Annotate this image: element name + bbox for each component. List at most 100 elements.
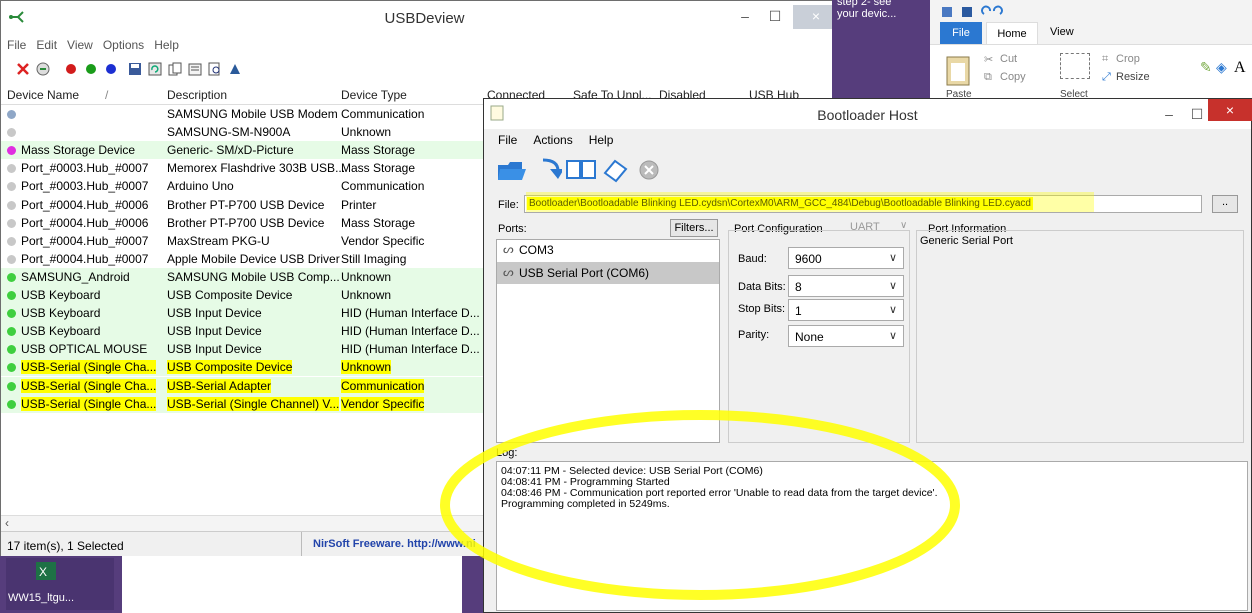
boot-menu-help[interactable]: Help [589,133,614,147]
sort-indicator: / [105,88,109,102]
crop-icon: ⌗ [1102,53,1109,65]
minimize-button[interactable]: – [731,5,759,29]
copy-label[interactable]: Copy [1000,71,1026,83]
boot-minimize-button[interactable]: – [1156,103,1182,127]
find-icon[interactable] [207,61,223,77]
bootloader-title: Bootloader Host [817,107,918,123]
table-cell: Communication [341,179,424,193]
browse-button[interactable]: .. [1212,195,1238,213]
exit-icon[interactable] [227,61,243,77]
port-info-group [916,230,1244,443]
table-cell: Generic- SM/xD-Picture [167,143,294,157]
cell-name: USB Keyboard [21,288,101,302]
menu-edit[interactable]: Edit [36,38,57,52]
refresh-icon[interactable] [147,61,163,77]
parity-select[interactable]: None ∨ [788,325,904,347]
databits-value: 8 [795,280,802,294]
cell-type: Mass Storage [341,161,416,176]
menu-file[interactable]: File [7,38,26,52]
menu-help[interactable]: Help [154,38,179,52]
copy-icon[interactable] [167,61,183,77]
stopbits-select[interactable]: 1 ∨ [788,299,904,321]
cell-name: USB OPTICAL MOUSE [21,342,148,357]
menu-options[interactable]: Options [103,38,144,52]
blue-dot-icon[interactable] [103,61,119,77]
cell-desc: USB Input Device [167,306,262,321]
pencil-icon[interactable]: ✎ [1200,59,1212,76]
databits-label: Data Bits: [738,281,786,293]
col-device-name[interactable]: Device Name [7,88,79,102]
table-cell: USB Input Device [167,306,262,320]
cell-name: Port_#0004.Hub_#0007 [21,233,149,248]
boot-close-button[interactable]: × [1208,99,1252,121]
crop-label[interactable]: Crop [1116,53,1140,65]
log-lines: 04:07:11 PM - Selected device: USB Seria… [501,466,937,510]
port-name: COM3 [519,243,554,257]
databits-select[interactable]: 8 ∨ [788,275,904,297]
paste-icon[interactable] [944,53,972,87]
select-icon[interactable] [1060,53,1090,79]
cell-desc: Apple Mobile Device USB Driver [167,251,340,266]
status-dot-icon [7,272,16,282]
fill-icon[interactable]: ◈ [1216,59,1227,76]
table-cell: Vendor Specific [341,234,424,248]
green-dot-icon[interactable] [83,61,99,77]
verify-icon[interactable] [566,159,598,181]
table-cell: USB OPTICAL MOUSE [7,342,147,356]
port-icon: ᔕ [503,242,514,256]
maximize-button[interactable]: ☐ [761,5,789,29]
boot-menubar: File Actions Help [498,133,613,147]
taskbar-tile[interactable]: X WW15_ltgu... [6,558,114,610]
program-icon[interactable] [540,157,562,183]
table-cell: USB Input Device [167,324,262,338]
bootloader-titlebar[interactable]: Bootloader Host – ☐ × [484,99,1252,129]
log-box[interactable]: 04:07:11 PM - Selected device: USB Seria… [496,461,1248,611]
log-label: Log: [496,447,518,459]
ribbon-tab-file[interactable]: File [940,22,982,44]
properties-icon[interactable] [187,61,203,77]
cell-desc: SAMSUNG Mobile USB Comp... [167,269,340,284]
menu-view[interactable]: View [67,38,93,52]
chevron-down-icon: ∨ [888,280,897,292]
table-cell: USB-Serial (Single Cha... [7,360,157,375]
port-item-com6[interactable]: ᔕ USB Serial Port (COM6) [497,262,719,284]
text-tool[interactable]: A [1234,59,1246,77]
behind-window[interactable]: step 2- see your devic... [832,0,930,100]
col-description[interactable]: Description [167,88,227,102]
cell-type: Unknown [341,125,392,140]
erase-icon[interactable] [600,157,630,183]
cell-name: SAMSUNG_Android [21,269,130,284]
device-manager-icon[interactable] [35,61,51,77]
log-line: Programming completed in 5249ms. [501,498,670,510]
cell-type: Vendor Specific [341,233,425,248]
boot-menu-actions[interactable]: Actions [533,133,572,147]
abort-icon[interactable] [638,159,660,181]
cut-label[interactable]: Cut [1000,53,1017,65]
ribbon-tab-home[interactable]: Home [986,22,1038,44]
resize-label[interactable]: Resize [1116,71,1150,83]
status-dot-icon [7,164,16,174]
cell-name: Port_#0003.Hub_#0007 [21,179,149,194]
boot-menu-file[interactable]: File [498,133,517,147]
table-cell: Port_#0004.Hub_#0007 [7,234,148,248]
open-folder-icon[interactable] [496,157,526,183]
ribbon-tab-view[interactable]: View [1050,26,1074,38]
port-item-com3[interactable]: ᔕ COM3 [497,240,719,260]
scroll-left-icon[interactable]: ‹ [5,516,9,530]
cell-name: USB-Serial (Single Cha... [21,396,157,411]
usbdeview-titlebar[interactable]: USBDeview – ☐ × [1,1,848,35]
baud-select[interactable]: 9600 ∨ [788,247,904,269]
cell-type: HID (Human Interface D... [341,324,480,339]
taskbar-tile-label: WW15_ltgu... [8,592,75,604]
boot-maximize-button[interactable]: ☐ [1184,103,1210,127]
quick-access-icons[interactable] [940,5,1020,19]
table-cell: Vendor Specific [341,396,425,411]
red-dot-icon[interactable] [63,61,79,77]
filters-button[interactable]: Filters... [670,219,718,237]
save-icon[interactable] [127,61,143,77]
nirsoft-link[interactable]: NirSoft Freeware. http://www.ni [313,538,476,550]
file-path-field[interactable]: Bootloader\Bootloadable Blinking LED.cyd… [524,195,1202,213]
col-device-type[interactable]: Device Type [341,88,407,102]
cell-desc: MaxStream PKG-U [167,233,270,248]
delete-icon[interactable] [15,61,31,77]
